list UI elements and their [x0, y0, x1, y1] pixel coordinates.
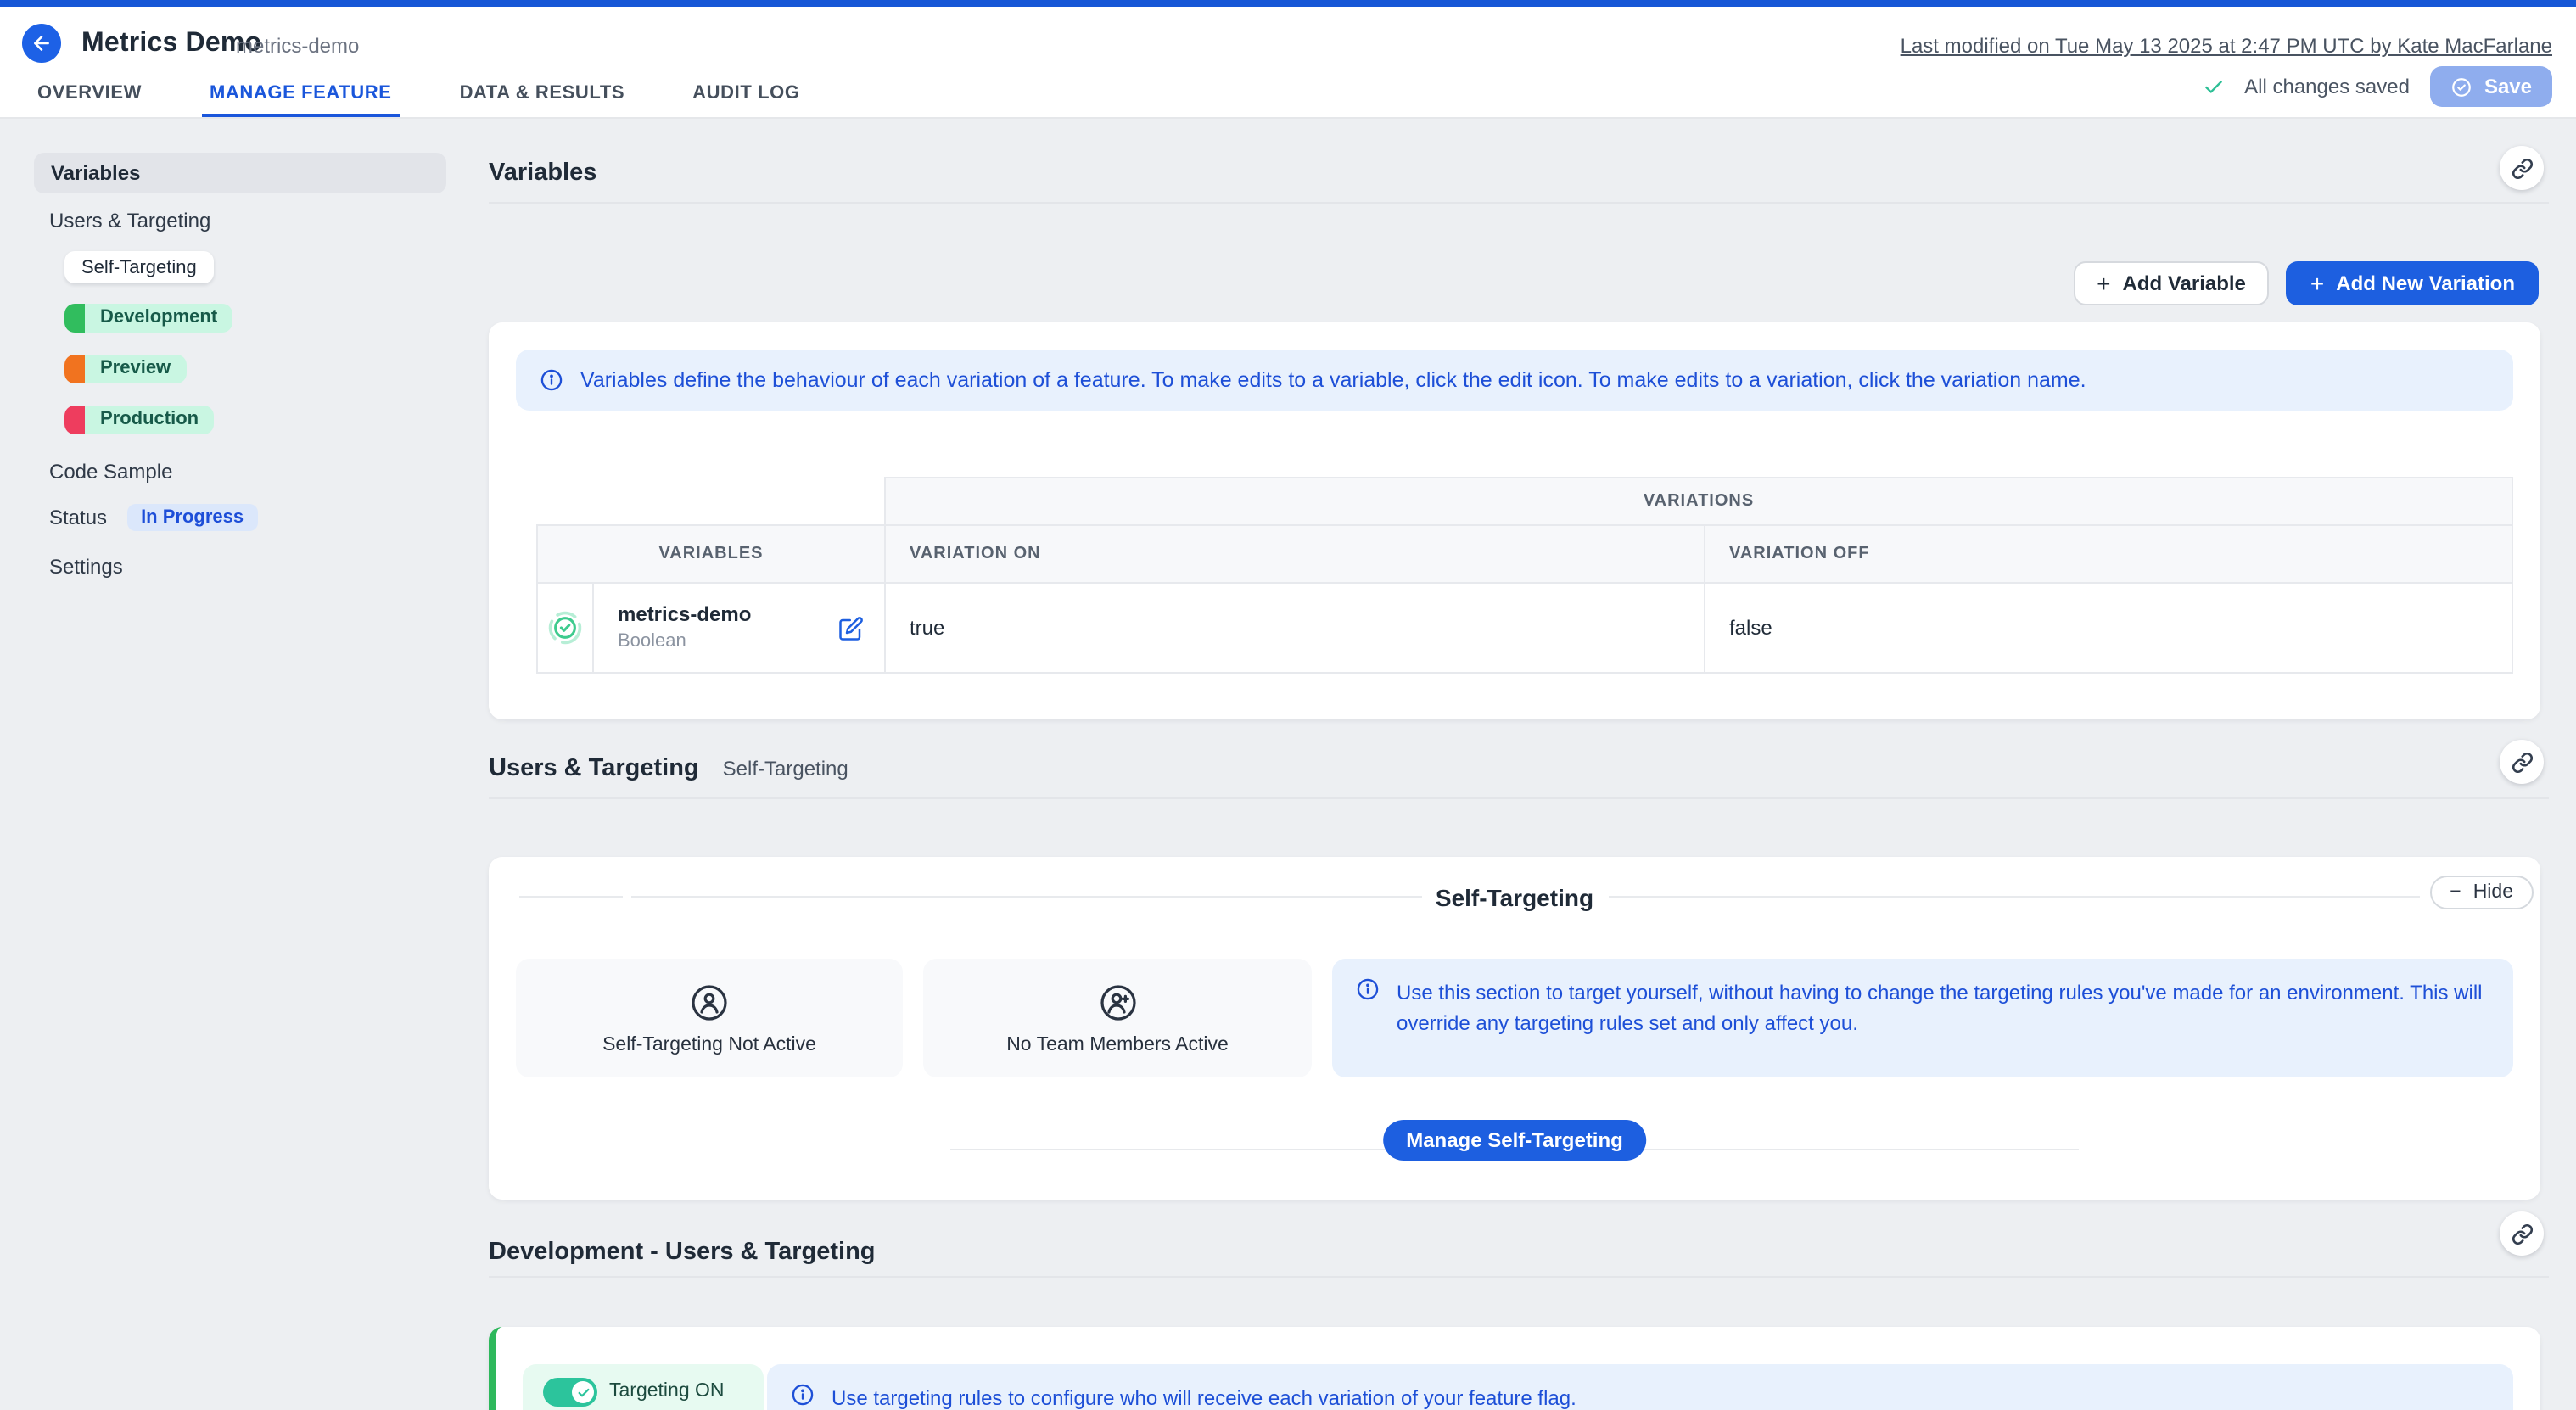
- variables-actions: + Add Variable + Add New Variation: [2073, 261, 2539, 305]
- targeting-status-box: Targeting ON: [523, 1364, 764, 1410]
- tab-data-results[interactable]: DATA & RESULTS: [451, 73, 634, 117]
- development-banner-text: Use targeting rules to configure who wil…: [832, 1383, 1576, 1410]
- sidebar-item-env-production[interactable]: Production: [64, 406, 214, 434]
- link-icon: [2511, 157, 2533, 179]
- add-new-variation-label: Add New Variation: [2336, 271, 2515, 295]
- save-button[interactable]: Save: [2430, 66, 2552, 107]
- users-targeting-title: Users & Targeting: [489, 755, 699, 782]
- team-members-status-label: No Team Members Active: [1006, 1034, 1229, 1055]
- env-label: Development: [85, 304, 232, 333]
- main-content: Variables + Add Variable + Add New Varia…: [489, 119, 2549, 1410]
- column-header-variables: VARIABLES: [537, 525, 885, 583]
- check-circle-icon: [2450, 76, 2472, 98]
- info-icon: [540, 368, 563, 392]
- users-targeting-subtitle: Self-Targeting: [723, 757, 848, 781]
- sidebar-item-users-targeting[interactable]: Users & Targeting: [49, 209, 210, 232]
- page-title: Metrics Demo: [81, 29, 261, 59]
- link-icon: [2511, 1223, 2533, 1245]
- team-members-status-box: No Team Members Active: [923, 959, 1312, 1077]
- section-link-button[interactable]: [2500, 740, 2544, 784]
- variables-table: VARIATIONS VARIABLES VARIATION ON VARIAT…: [536, 477, 2513, 674]
- top-accent-bar: [0, 0, 2576, 7]
- info-icon: [1356, 977, 1380, 1001]
- variation-on-value: true: [885, 583, 1705, 673]
- save-cluster: All changes saved Save: [2202, 66, 2552, 107]
- check-icon: [2202, 76, 2224, 98]
- toggle-knob-check-icon: [572, 1381, 594, 1403]
- minus-icon: −: [2450, 882, 2461, 903]
- status-label: Status: [49, 506, 107, 529]
- section-divider: [489, 202, 2549, 204]
- variation-off-value: false: [1705, 583, 2512, 673]
- variations-group-header: VARIATIONS: [885, 478, 2512, 525]
- section-title-development: Development - Users & Targeting: [489, 1239, 876, 1266]
- hide-button[interactable]: − Hide: [2429, 876, 2534, 909]
- sidebar-item-settings[interactable]: Settings: [49, 555, 123, 579]
- sidebar-item-env-development[interactable]: Development: [64, 304, 232, 333]
- env-color-swatch: [64, 304, 85, 333]
- variables-card: Variables define the behaviour of each v…: [489, 322, 2540, 719]
- plus-icon: +: [2310, 270, 2324, 297]
- table-corner-spacer: [537, 478, 885, 525]
- add-variable-label: Add Variable: [2123, 271, 2246, 295]
- tab-overview[interactable]: OVERVIEW: [29, 73, 150, 117]
- self-targeting-banner-text: Use this section to target yourself, wit…: [1397, 977, 2489, 1038]
- targeting-on-label: Targeting ON: [609, 1378, 725, 1407]
- section-title-variables: Variables: [489, 159, 596, 187]
- variables-banner-text: Variables define the behaviour of each v…: [580, 364, 2086, 396]
- edit-variable-icon[interactable]: [838, 615, 864, 641]
- variable-type-icon: [538, 584, 594, 672]
- self-targeting-card: Self-Targeting − Hide Self-Targeting Not…: [489, 857, 2540, 1200]
- section-divider: [489, 797, 2549, 799]
- column-header-variation-off: VARIATION OFF: [1705, 525, 2512, 583]
- env-color-swatch: [64, 355, 85, 383]
- tab-bar: OVERVIEW MANAGE FEATURE DATA & RESULTS A…: [29, 73, 809, 117]
- back-button[interactable]: [22, 24, 61, 63]
- save-button-label: Save: [2484, 75, 2532, 98]
- self-targeting-status-box: Self-Targeting Not Active: [516, 959, 903, 1077]
- tab-manage-feature[interactable]: MANAGE FEATURE: [201, 73, 400, 117]
- sidebar-item-self-targeting[interactable]: Self-Targeting: [64, 251, 214, 283]
- link-icon: [2511, 751, 2533, 773]
- table-row: metrics-demo Boolean true false: [537, 583, 2512, 673]
- status-badge[interactable]: In Progress: [127, 504, 257, 531]
- variables-info-banner: Variables define the behaviour of each v…: [516, 350, 2513, 411]
- tab-audit-log[interactable]: AUDIT LOG: [684, 73, 808, 117]
- user-plus-icon: [1097, 982, 1138, 1022]
- plus-icon: +: [2097, 270, 2110, 297]
- arrow-left-icon: [31, 32, 53, 54]
- section-link-button[interactable]: [2500, 146, 2544, 190]
- last-modified-link[interactable]: Last modified on Tue May 13 2025 at 2:47…: [1901, 34, 2552, 58]
- section-link-button[interactable]: [2500, 1211, 2544, 1256]
- env-label: Production: [85, 406, 214, 434]
- variable-type: Boolean: [618, 629, 751, 654]
- saved-status-text: All changes saved: [2244, 75, 2410, 98]
- development-targeting-card: Targeting ON Use targeting rules to conf…: [489, 1327, 2540, 1410]
- development-info-banner: Use targeting rules to configure who wil…: [767, 1364, 2513, 1410]
- user-icon: [689, 982, 730, 1022]
- manage-self-targeting-button[interactable]: Manage Self-Targeting: [1382, 1120, 1647, 1161]
- info-icon: [791, 1383, 815, 1407]
- sidebar-item-variables[interactable]: Variables: [34, 153, 446, 193]
- variable-name: metrics-demo: [618, 601, 751, 629]
- sidebar-item-env-preview[interactable]: Preview: [64, 355, 186, 383]
- self-targeting-info-banner: Use this section to target yourself, wit…: [1332, 959, 2513, 1077]
- section-divider: [489, 1276, 2549, 1278]
- env-color-swatch: [64, 406, 85, 434]
- app-header: Metrics Demo metrics-demo Last modified …: [0, 7, 2576, 119]
- self-targeting-status-label: Self-Targeting Not Active: [602, 1034, 816, 1055]
- sidebar-item-code-sample[interactable]: Code Sample: [49, 460, 172, 484]
- self-targeting-title: Self-Targeting: [489, 884, 2540, 911]
- sidebar-status-row: Status In Progress: [49, 504, 257, 531]
- add-variable-button[interactable]: + Add Variable: [2073, 261, 2270, 305]
- add-new-variation-button[interactable]: + Add New Variation: [2287, 261, 2539, 305]
- hide-label: Hide: [2473, 882, 2513, 903]
- column-header-variation-on: VARIATION ON: [885, 525, 1705, 583]
- env-label: Preview: [85, 355, 186, 383]
- section-title-users-targeting: Users & Targeting Self-Targeting: [489, 755, 848, 782]
- targeting-toggle[interactable]: [543, 1378, 597, 1407]
- app-window: Metrics Demo metrics-demo Last modified …: [0, 0, 2576, 1410]
- feature-key: metrics-demo: [236, 34, 359, 58]
